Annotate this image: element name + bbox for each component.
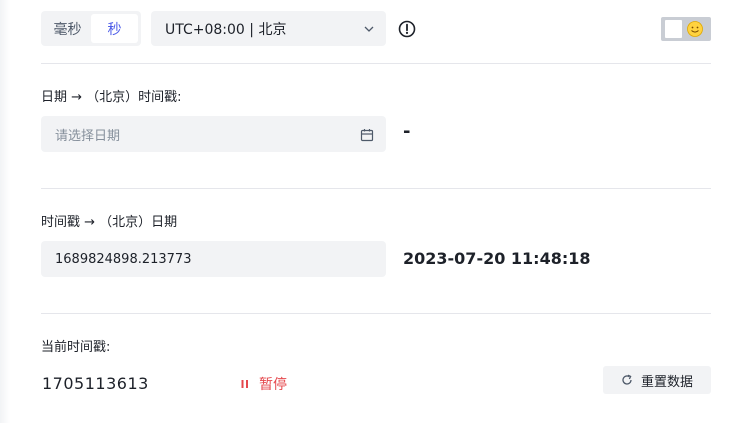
toggle-knob <box>665 20 682 38</box>
date-picker-input[interactable]: 请选择日期 <box>41 116 386 152</box>
unit-option-second[interactable]: 秒 <box>91 14 138 43</box>
timestamp-to-date-result: 2023-07-20 11:48:18 <box>403 249 591 268</box>
timestamp-to-date-label: 时间戳 → （北京）日期 <box>41 215 178 230</box>
reset-data-button[interactable]: 重置数据 <box>603 366 711 394</box>
pause-label: 暂停 <box>259 377 287 393</box>
pause-button[interactable]: 暂停 <box>239 374 287 394</box>
unit-toggle: 毫秒 秒 <box>41 11 141 46</box>
timezone-select[interactable]: UTC+08:00 | 北京 <box>151 11 386 46</box>
smiley-emoji-icon <box>686 20 704 38</box>
section-divider <box>41 188 711 189</box>
pause-icon <box>239 378 251 390</box>
timezone-value: UTC+08:00 | 北京 <box>165 21 287 38</box>
timestamp-input[interactable]: 1689824898.213773 <box>41 241 386 277</box>
section-divider <box>41 63 711 64</box>
current-timestamp-label: 当前时间戳: <box>41 340 111 355</box>
calendar-icon[interactable] <box>360 127 374 142</box>
theme-toggle[interactable] <box>661 17 711 41</box>
refresh-icon <box>621 374 633 386</box>
chevron-down-icon <box>364 24 374 34</box>
section-divider <box>41 313 711 314</box>
date-placeholder: 请选择日期 <box>55 128 121 144</box>
info-circle-icon[interactable] <box>398 20 416 38</box>
reset-label: 重置数据 <box>640 374 693 390</box>
date-to-timestamp-result: - <box>403 121 411 142</box>
left-edge-shadow <box>0 0 10 423</box>
unit-option-millisecond[interactable]: 毫秒 <box>44 14 91 43</box>
date-to-timestamp-label: 日期 → （北京）时间戳: <box>41 90 182 105</box>
current-timestamp-value: 1705113613 <box>42 374 149 393</box>
